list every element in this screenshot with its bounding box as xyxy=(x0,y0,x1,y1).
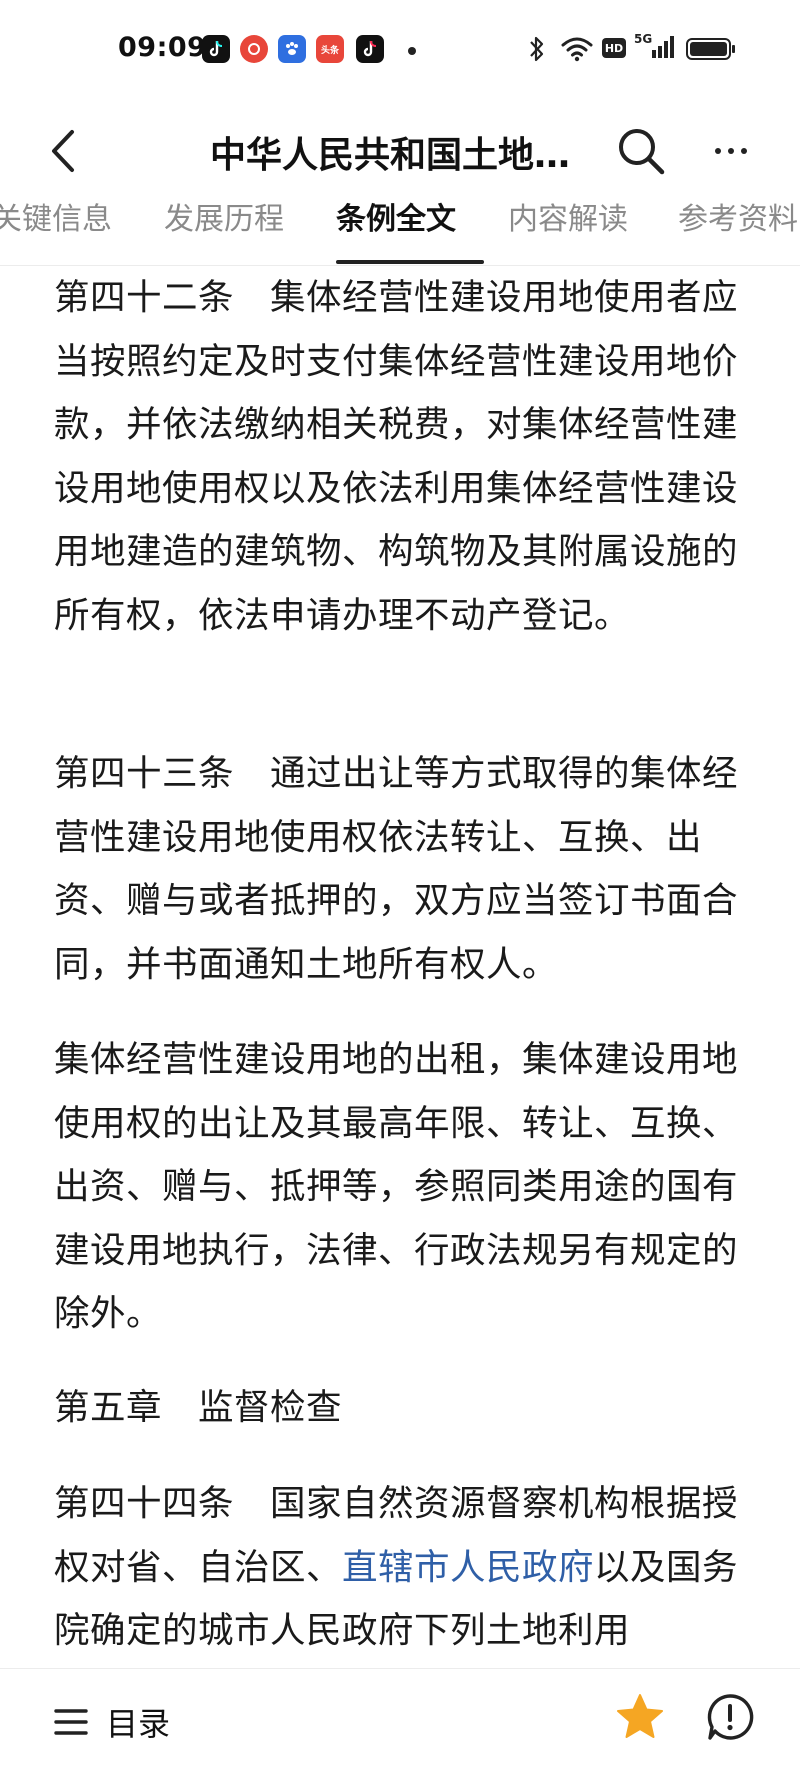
tab-references[interactable]: 参考资料 xyxy=(678,200,798,265)
article-content[interactable]: 第四十二条 集体经营性建设用地使用者应当按照约定及时支付集体经营性建设用地价款，… xyxy=(0,266,800,1666)
hd-icon: HD xyxy=(602,38,626,58)
favorite-button[interactable] xyxy=(614,1691,666,1743)
star-icon xyxy=(617,1694,663,1738)
search-icon xyxy=(619,129,665,175)
header: 中华人民共和国土地… xyxy=(0,100,800,200)
feedback-button[interactable] xyxy=(704,1691,756,1743)
article-44: 第四十四条 国家自然资源督察机构根据授权对省、自治区、直辖市人民政府以及国务院确… xyxy=(54,1472,754,1663)
active-tab-indicator xyxy=(336,260,484,264)
search-button[interactable] xyxy=(616,126,666,176)
bottom-bar: 目录 xyxy=(0,1668,800,1778)
tab-full-text[interactable]: 条例全文 xyxy=(336,200,456,265)
tab-key-info[interactable]: 关键信息 xyxy=(0,200,112,265)
tab-history[interactable]: 发展历程 xyxy=(164,200,284,265)
more-dot xyxy=(741,148,747,154)
tab-bar: 关键信息 发展历程 条例全文 内容解读 参考资料 xyxy=(0,200,800,266)
toc-label: 目录 xyxy=(106,1705,171,1743)
chapter-heading: 第五章 监督检查 xyxy=(54,1387,343,1428)
battery-icon xyxy=(686,38,735,60)
back-button[interactable] xyxy=(40,128,86,174)
baidu-app-icon xyxy=(278,35,306,63)
wifi-icon xyxy=(561,37,593,62)
more-dot xyxy=(715,148,721,154)
tab-interpretation[interactable]: 内容解读 xyxy=(508,200,628,265)
article-42: 第四十二条 集体经营性建设用地使用者应当按照约定及时支付集体经营性建设用地价款，… xyxy=(54,277,739,636)
article-43-para-2: 集体经营性建设用地的出租，集体建设用地使用权的出让及其最高年限、转让、互换、出资… xyxy=(54,1039,739,1334)
tiktok-app-icon xyxy=(202,35,230,63)
bluetooth-icon xyxy=(530,36,544,62)
feedback-icon xyxy=(707,1694,754,1740)
status-time: 09:09 xyxy=(118,32,207,63)
more-dot xyxy=(728,148,734,154)
status-bar: 09:09 头条 HD 5G xyxy=(0,0,800,100)
toc-button[interactable]: 目录 xyxy=(54,1697,170,1747)
signal-icon: 5G xyxy=(634,32,676,62)
article-43: 第四十三条 通过出让等方式取得的集体经营性建设用地使用权依法转让、互换、出资、赠… xyxy=(54,753,739,985)
notification-dot xyxy=(408,47,416,55)
red-app-icon xyxy=(240,35,268,63)
chevron-left-icon xyxy=(52,130,74,172)
menu-icon xyxy=(54,1709,88,1735)
page-title: 中华人民共和国土地… xyxy=(210,135,571,176)
municipal-government-link[interactable]: 直辖市人民政府 xyxy=(342,1547,594,1588)
toutiao-app-icon: 头条 xyxy=(316,35,344,63)
more-options-button[interactable] xyxy=(706,126,756,176)
tiktok-app-icon xyxy=(356,35,384,63)
